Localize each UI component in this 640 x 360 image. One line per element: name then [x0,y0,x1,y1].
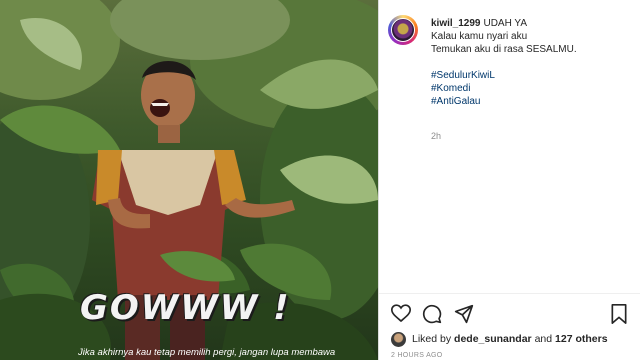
heart-icon[interactable] [391,304,411,323]
post-side-panel: kiwil_1299 UDAH YA Kalau kamu nyari aku T… [379,0,640,360]
likes-row: Liked by dede_sunandar and 127 others [391,331,608,347]
profile-avatar-image [391,18,415,42]
liked-others-link[interactable]: 127 others [555,333,608,345]
hashtag-link[interactable]: #Komedi [431,82,631,95]
liker-avatar[interactable] [391,331,406,347]
hashtag-link[interactable]: #SedulurKiwiL [431,69,631,82]
liked-and-label: and [534,333,553,345]
share-icon[interactable] [454,304,474,324]
comment-icon[interactable] [422,304,442,324]
profile-avatar[interactable] [388,15,418,45]
overlay-title: GOWWW ! [80,288,291,328]
post-time: 2h [431,131,442,141]
action-divider [379,293,640,294]
hashtag-link[interactable]: #AntiGalau [431,95,631,108]
likes-text: Liked by dede_sunandar and 127 others [412,333,608,345]
username-link[interactable]: kiwil_1299 [431,18,480,29]
post-timestamp: 2 HOURS AGO [391,352,443,359]
bookmark-icon[interactable] [610,304,628,324]
caption-line: Kalau kamu nyari aku [431,31,528,42]
overlay-caption: Jika akhirnya kau tetap memilih pergi, j… [78,347,336,358]
liked-by-label: Liked by [412,333,452,345]
post-image[interactable]: GOWWW ! Jika akhirnya kau tetap memilih … [0,0,378,360]
caption-line: Temukan aku di rasa SESALMU. [431,44,577,55]
liked-user-link[interactable]: dede_sunandar [454,333,532,345]
post-caption: kiwil_1299 UDAH YA Kalau kamu nyari aku T… [431,17,631,108]
caption-line: UDAH YA [483,18,528,29]
